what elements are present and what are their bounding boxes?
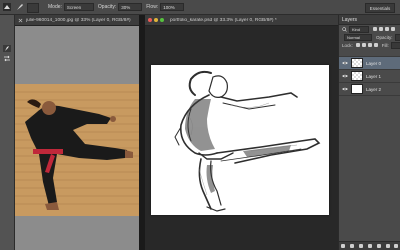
new-group-icon[interactable] <box>376 244 381 248</box>
delete-layer-icon[interactable] <box>394 244 399 248</box>
lock-label: Lock: <box>342 42 353 48</box>
sketch-document-title: portfolio_karate.psd @ 33.3% (Layer 0, R… <box>170 17 277 23</box>
layer-thumbnail <box>351 71 363 81</box>
filter-search-icon <box>342 26 347 32</box>
karate-photo <box>15 26 139 250</box>
workspace-switcher[interactable]: Essentials <box>365 3 395 13</box>
close-tab-icon[interactable] <box>18 18 23 23</box>
layer-row-layer-0[interactable]: Layer 0 <box>339 56 400 69</box>
photo-document-window: julie-960014_1000.jpg @ 33% (Layer 0, RG… <box>15 15 139 250</box>
layer-row-layer-1[interactable]: Layer 1 <box>339 69 400 82</box>
layers-panel: Layers Kind Normal Opacity: Lock: Fill: <box>338 15 400 250</box>
layer-style-icon[interactable] <box>350 244 355 248</box>
link-layers-icon[interactable] <box>341 244 346 248</box>
window-controls <box>148 18 164 22</box>
lock-row: Lock: Fill: <box>339 41 400 49</box>
opacity-label: Opacity: <box>97 4 117 10</box>
blend-mode-select[interactable]: Normal <box>344 33 372 41</box>
sketch-canvas-area[interactable] <box>145 26 338 250</box>
opacity-label: Opacity: <box>376 34 393 40</box>
lock-position-icon[interactable] <box>367 43 372 47</box>
brush-icon[interactable] <box>3 45 11 52</box>
layer-row-layer-2[interactable]: Layer 2 <box>339 82 400 96</box>
tools-panel <box>0 15 15 250</box>
minimize-window-button[interactable] <box>154 18 158 22</box>
options-bar: Mode: Screen Opacity: 30% Flow: 100% Ess… <box>0 0 400 15</box>
layer-name: Layer 0 <box>366 60 382 66</box>
visibility-eye-icon[interactable] <box>342 61 348 65</box>
layer-fill-field[interactable] <box>390 41 400 49</box>
home-icon[interactable] <box>3 3 11 11</box>
brush-size-picker[interactable] <box>27 3 39 13</box>
add-mask-icon[interactable] <box>359 244 364 248</box>
lock-pixels-icon[interactable] <box>361 43 366 47</box>
photo-canvas[interactable] <box>15 26 139 250</box>
layer-name: Layer 1 <box>366 73 382 79</box>
layer-thumbnail <box>351 84 363 94</box>
flow-field[interactable]: 100% <box>160 3 185 11</box>
karate-sketch <box>174 70 321 212</box>
layers-panel-footer <box>339 241 400 250</box>
blend-row: Normal Opacity: <box>339 33 400 41</box>
mode-label: Mode: <box>48 4 62 10</box>
layer-filter-select[interactable]: Kind <box>349 25 369 33</box>
adjustment-layer-icon[interactable] <box>367 244 372 248</box>
layer-opacity-field[interactable] <box>394 33 400 41</box>
swap-colors-icon[interactable] <box>3 55 11 62</box>
layer-thumbnail <box>351 58 363 68</box>
sketch-document-tab[interactable]: portfolio_karate.psd @ 33.3% (Layer 0, R… <box>145 15 338 26</box>
new-layer-icon[interactable] <box>385 244 390 248</box>
mode-select[interactable]: Screen <box>63 3 94 11</box>
lock-transparency-icon[interactable] <box>355 43 360 47</box>
layer-filter-row: Kind <box>339 25 400 33</box>
filter-shape-icon[interactable] <box>391 27 395 31</box>
close-window-button[interactable] <box>148 18 152 22</box>
filter-adjustment-icon[interactable] <box>379 27 383 31</box>
maximize-window-button[interactable] <box>160 18 164 22</box>
filter-pixel-icon[interactable] <box>373 27 377 31</box>
sketch-document-window: portfolio_karate.psd @ 33.3% (Layer 0, R… <box>145 15 338 250</box>
photo-document-tab[interactable]: julie-960014_1000.jpg @ 33% (Layer 0, RG… <box>15 15 139 26</box>
brush-tool-icon[interactable] <box>16 3 24 11</box>
flow-label: Flow: <box>146 4 159 10</box>
visibility-eye-icon[interactable] <box>342 87 348 91</box>
photo-document-title: julie-960014_1000.jpg @ 33% (Layer 0, RG… <box>26 17 131 23</box>
filter-type-icon[interactable] <box>385 27 389 31</box>
opacity-field[interactable]: 30% <box>118 3 143 11</box>
visibility-eye-icon[interactable] <box>342 74 348 78</box>
lock-all-icon[interactable] <box>373 43 378 47</box>
fill-label: Fill: <box>381 42 389 48</box>
sketch-canvas[interactable] <box>151 65 329 215</box>
layer-name: Layer 2 <box>366 86 382 92</box>
layers-panel-title[interactable]: Layers <box>339 15 400 25</box>
